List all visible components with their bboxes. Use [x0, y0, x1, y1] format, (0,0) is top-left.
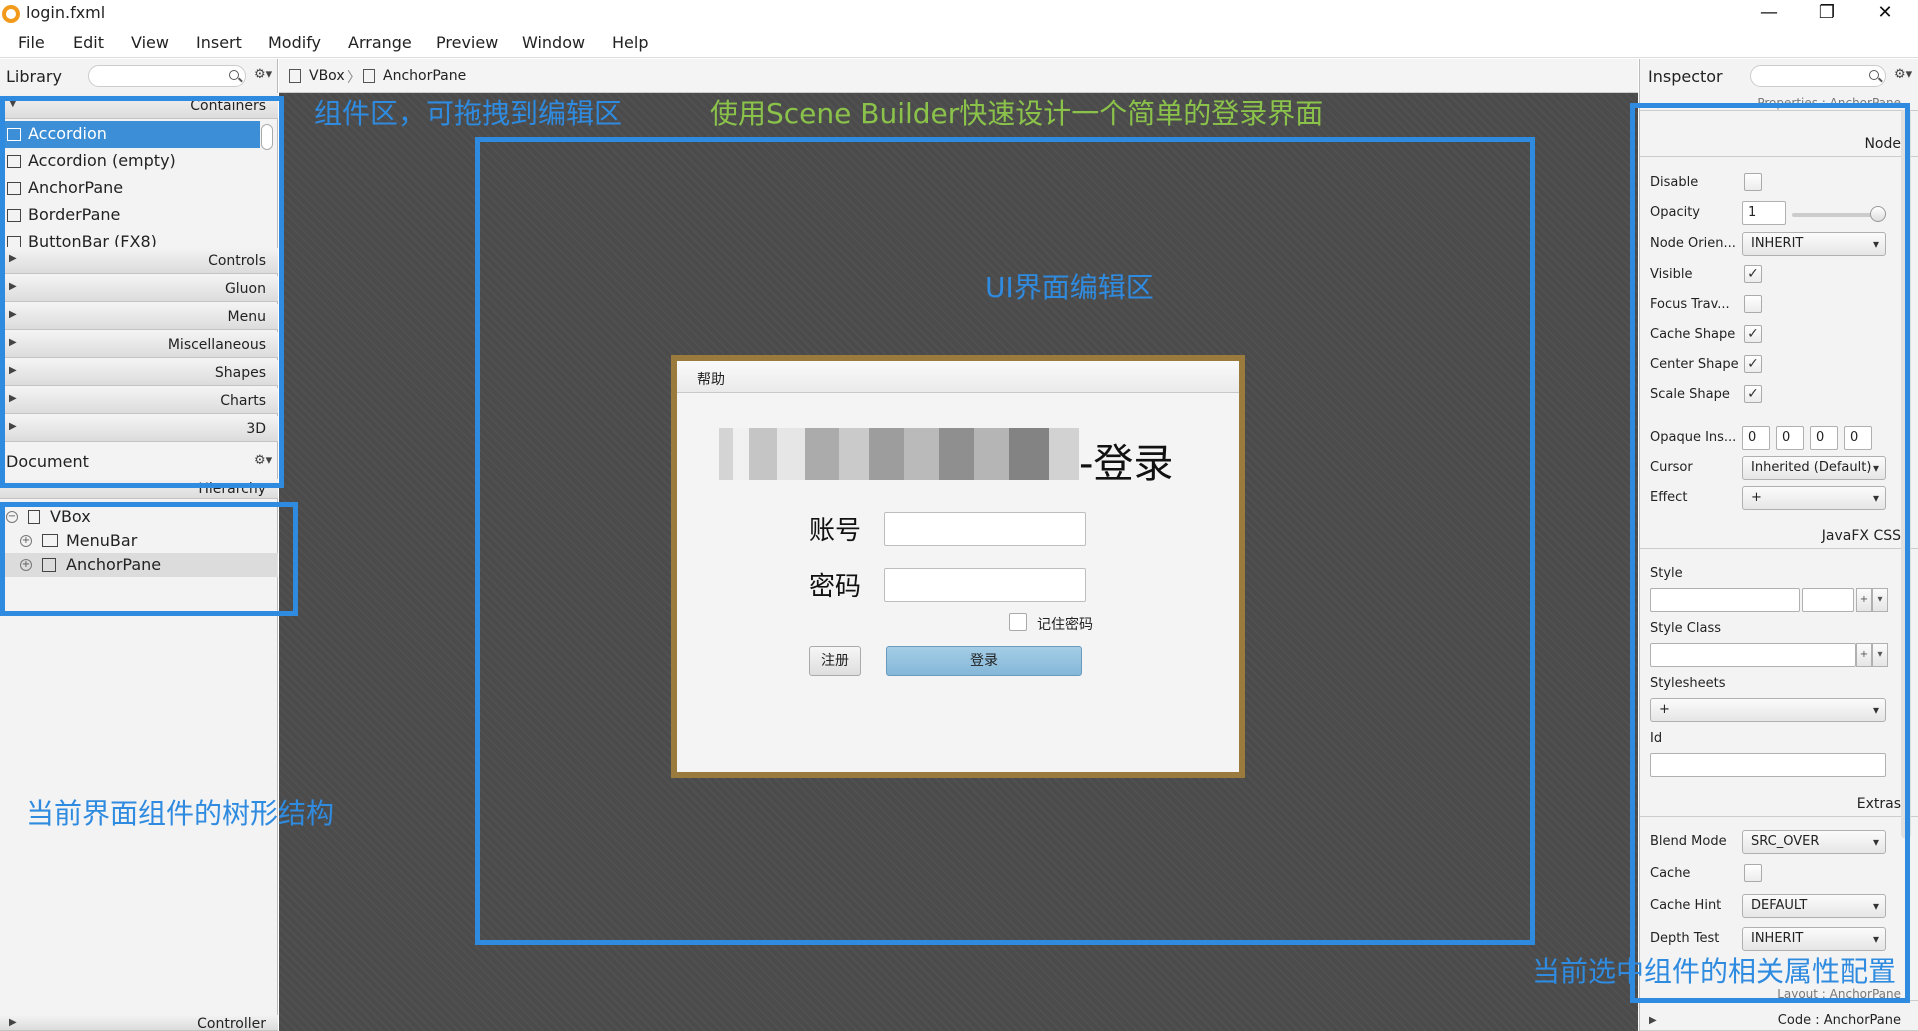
menu-window[interactable]: Window	[522, 33, 585, 52]
code-header-label: Code : AnchorPane	[1777, 1013, 1901, 1028]
library-search-input[interactable]	[88, 65, 246, 87]
menu-view[interactable]: View	[131, 33, 169, 52]
section-label: Controller	[197, 1016, 266, 1031]
menu-help[interactable]: Help	[612, 33, 648, 52]
annotation-tree-note: 当前界面组件的树形结构	[26, 797, 335, 830]
section-controller[interactable]: ▶ Controller	[0, 1015, 278, 1031]
anchorpane-icon	[363, 69, 375, 83]
menu-arrange[interactable]: Arrange	[348, 33, 412, 52]
breadcrumb: VBox 〉 AnchorPane	[279, 59, 1638, 93]
window-title: login.fxml	[26, 3, 106, 22]
menu-insert[interactable]: Insert	[196, 33, 242, 52]
library-gear-icon[interactable]: ⚙▾	[254, 67, 272, 82]
search-icon	[229, 70, 239, 80]
annotation-box-inspector	[1630, 103, 1910, 1003]
inspector-search-input[interactable]	[1750, 65, 1886, 87]
annotation-title-note: 使用Scene Builder快速设计一个简单的登录界面	[710, 97, 1324, 130]
minimize-button[interactable]: —	[1740, 0, 1798, 28]
inspector-gear-icon[interactable]: ⚙▾	[1894, 67, 1912, 82]
scene-builder-icon	[2, 5, 20, 23]
title-bar: login.fxml — ❐ ✕	[0, 0, 1918, 28]
menu-modify[interactable]: Modify	[268, 33, 321, 52]
menu-file[interactable]: File	[18, 33, 45, 52]
annotation-box-editor	[475, 137, 1535, 945]
expand-right-icon: ▶	[1649, 1015, 1657, 1026]
vbox-icon	[289, 69, 301, 83]
close-button[interactable]: ✕	[1856, 0, 1914, 28]
maximize-button[interactable]: ❐	[1798, 0, 1856, 28]
annotation-props-note: 当前选中组件的相关属性配置	[1532, 955, 1897, 988]
breadcrumb-anchorpane[interactable]: AnchorPane	[383, 68, 466, 84]
annotation-library-note: 组件区，可拖拽到编辑区	[314, 97, 623, 130]
breadcrumb-vbox[interactable]: VBox	[309, 68, 345, 84]
menu-preview[interactable]: Preview	[436, 33, 498, 52]
menu-bar: File Edit View Insert Modify Arrange Pre…	[0, 28, 1918, 58]
breadcrumb-separator-icon: 〉	[347, 70, 361, 86]
expand-right-icon: ▶	[9, 1017, 17, 1028]
annotation-box-hierarchy	[0, 502, 298, 616]
code-header[interactable]: ▶ Code : AnchorPane	[1640, 1011, 1918, 1031]
search-icon	[1869, 70, 1879, 80]
menu-edit[interactable]: Edit	[73, 33, 104, 52]
annotation-editor-note: UI界面编辑区	[985, 271, 1154, 304]
library-title: Library	[6, 67, 62, 86]
inspector-title: Inspector	[1648, 67, 1723, 86]
annotation-box-library	[0, 96, 284, 488]
